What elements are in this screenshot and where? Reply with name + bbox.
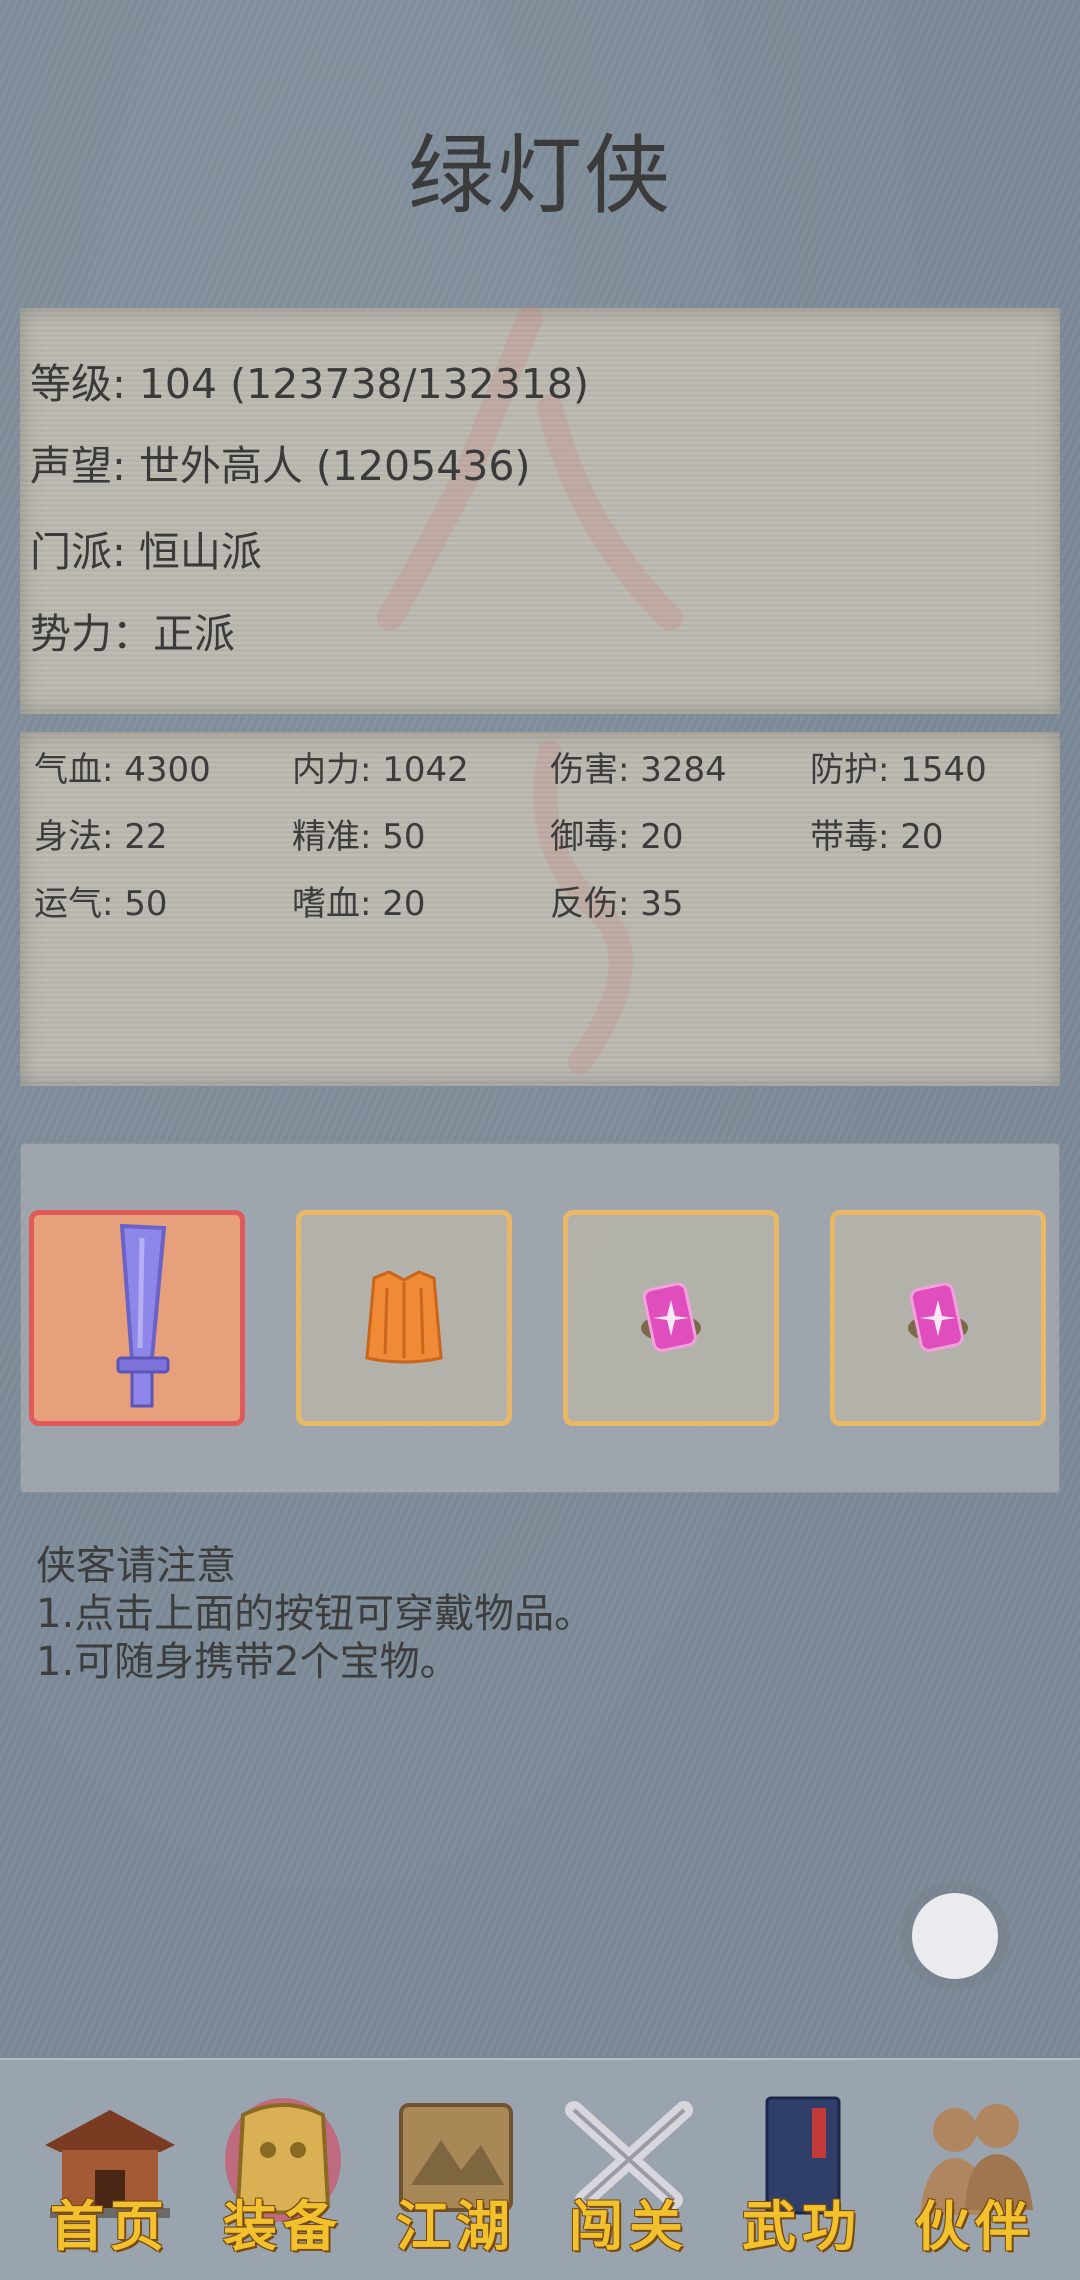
nav-home-label: 首页	[50, 2194, 170, 2258]
sect-text: 门派: 恒山派	[30, 528, 262, 576]
equip-slot-treasure-1[interactable]	[563, 1210, 779, 1426]
notice-title: 侠客请注意	[36, 1543, 236, 1589]
nav-home[interactable]: 首页	[35, 2090, 185, 2260]
equipment-panel	[20, 1143, 1060, 1493]
talisman-icon	[641, 1282, 701, 1352]
attributes-panel: 气血: 4300 内力: 1042 伤害: 3284 防护: 1540 身法: …	[20, 732, 1060, 1086]
nav-challenge[interactable]: 闯关	[554, 2090, 704, 2260]
nav-equipment-label: 装备	[223, 2194, 343, 2258]
notice-line-2: 1.可随身携带2个宝物。	[36, 1639, 460, 1685]
stat-damage: 伤害: 3284	[550, 750, 727, 790]
faction-text: 势力：正派	[30, 610, 235, 658]
nav-equipment[interactable]: 装备	[208, 2090, 358, 2260]
character-info-panel: 等级: 104 (123738/132318) 声望: 世外高人 (120543…	[20, 305, 1060, 714]
stat-bloodthirst: 嗜血: 20	[292, 884, 426, 924]
nav-companions-label: 伙伴	[915, 2194, 1035, 2258]
stat-reflect: 反伤: 35	[550, 884, 684, 924]
level-text: 等级: 104 (123738/132318)	[30, 360, 589, 408]
talisman-icon	[908, 1282, 968, 1352]
stat-defense: 防护: 1540	[810, 750, 987, 790]
stat-qixue: 气血: 4300	[34, 750, 211, 790]
floating-assist-button[interactable]	[912, 1893, 998, 1979]
equip-slot-weapon[interactable]	[29, 1210, 245, 1426]
stat-neili: 内力: 1042	[292, 750, 469, 790]
nav-martial-arts-label: 武功	[742, 2194, 862, 2258]
notice-text: 侠客请注意 1.点击上面的按钮可穿戴物品。 1.可随身携带2个宝物。	[36, 1542, 594, 1686]
robe-icon	[365, 1270, 443, 1364]
bottom-navigation: 首页 装备 江湖 闯关 武功 伙伴	[0, 2058, 1080, 2280]
nav-jianghu-label: 江湖	[396, 2194, 516, 2258]
equip-slot-treasure-2[interactable]	[830, 1210, 1046, 1426]
nav-challenge-label: 闯关	[569, 2194, 689, 2258]
nav-companions[interactable]: 伙伴	[900, 2090, 1050, 2260]
stat-accuracy: 精准: 50	[292, 817, 426, 857]
stat-luck: 运气: 50	[34, 884, 168, 924]
stat-agility: 身法: 22	[34, 817, 168, 857]
stat-poison: 带毒: 20	[810, 817, 944, 857]
equip-slot-armor[interactable]	[296, 1210, 512, 1426]
sword-icon	[116, 1223, 170, 1408]
nav-jianghu[interactable]: 江湖	[381, 2090, 531, 2260]
nav-martial-arts[interactable]: 武功	[727, 2090, 877, 2260]
stat-poison-resist: 御毒: 20	[550, 817, 684, 857]
page-title: 绿灯侠	[408, 126, 672, 226]
notice-line-1: 1.点击上面的按钮可穿戴物品。	[36, 1591, 595, 1637]
reputation-text: 声望: 世外高人 (1205436)	[30, 442, 531, 490]
